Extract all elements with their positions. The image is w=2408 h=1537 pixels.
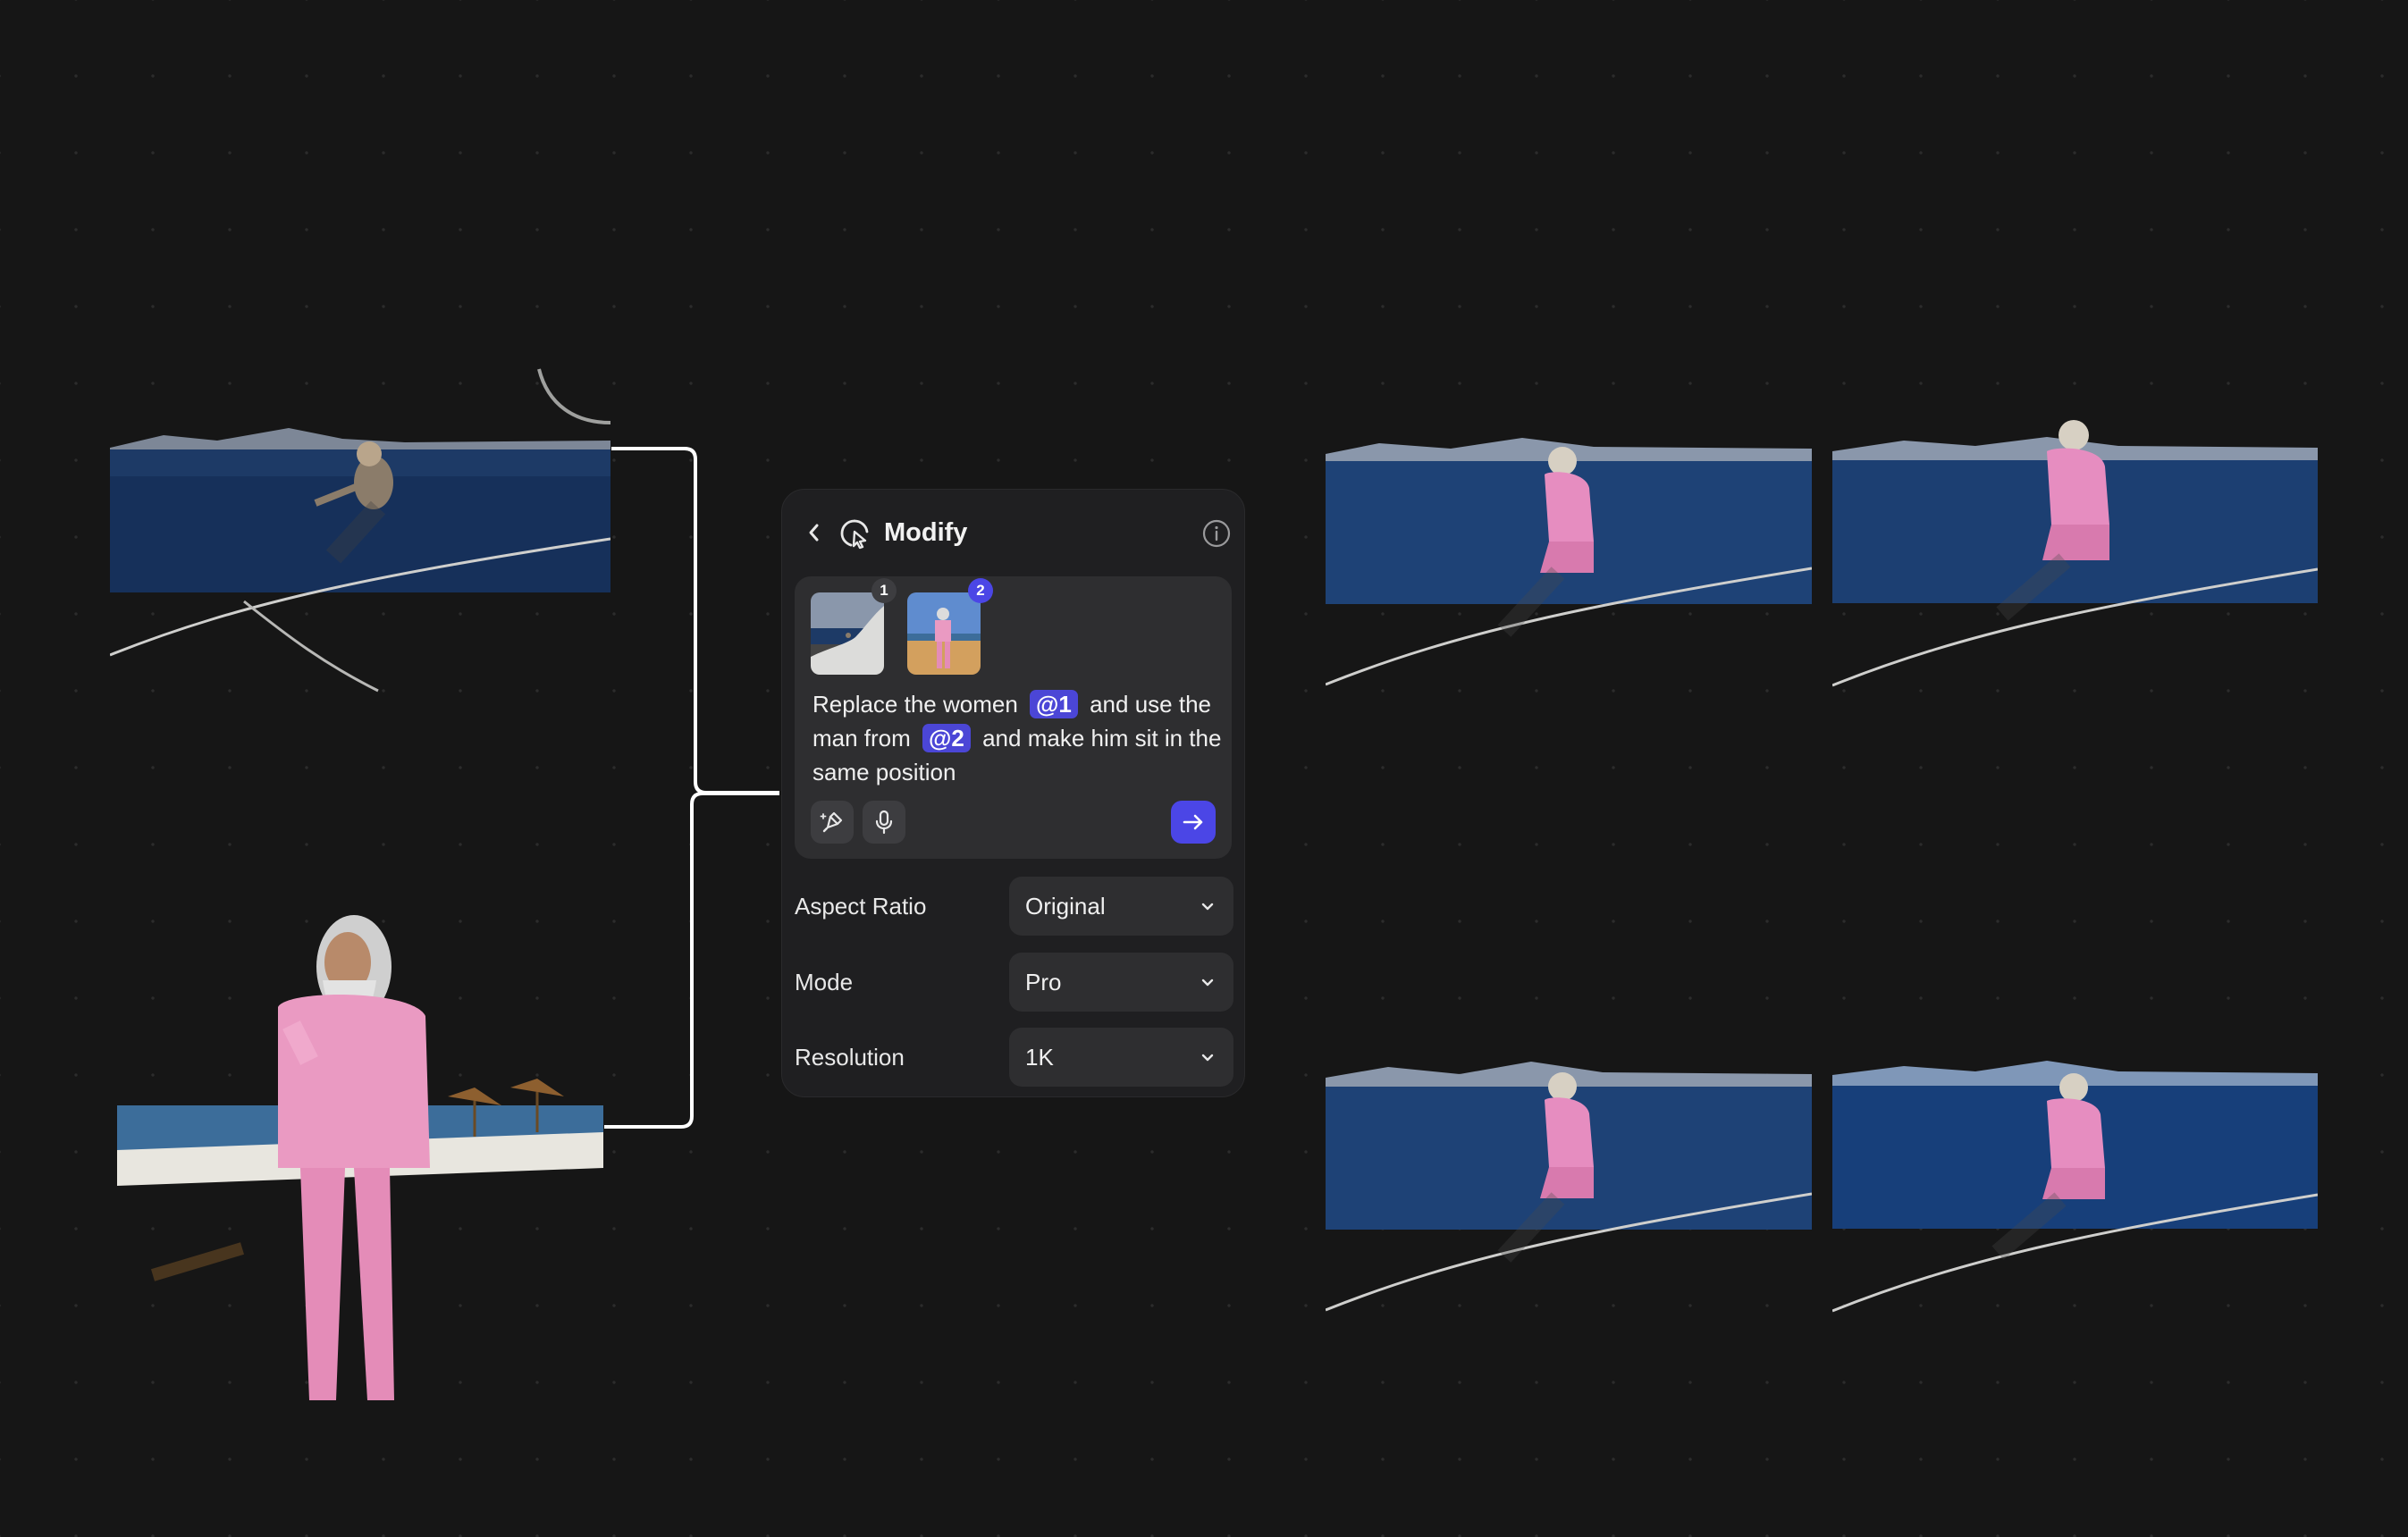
microphone-icon — [875, 810, 893, 835]
magic-pen-icon — [820, 811, 843, 833]
select-value: Original — [1025, 893, 1106, 920]
info-icon[interactable] — [1201, 518, 1232, 549]
prompt-part-1: Replace the women — [812, 691, 1018, 718]
chevron-down-icon — [1201, 1054, 1214, 1062]
mode-select[interactable]: Pro — [1009, 953, 1233, 1012]
setting-label: Aspect Ratio — [795, 893, 927, 920]
arrow-right-icon — [1183, 814, 1203, 830]
prompt-card: 1 2 Replace the women @1 and use the man… — [795, 576, 1232, 859]
setting-label: Mode — [795, 969, 854, 995]
modify-panel: Modify 1 2 Replace the women @1 and use … — [781, 489, 1245, 1097]
microphone-button[interactable] — [863, 801, 905, 844]
enhance-prompt-button[interactable] — [811, 801, 854, 844]
setting-label: Resolution — [795, 1044, 905, 1071]
reference-badge-1: 1 — [871, 578, 897, 603]
setting-aspect-ratio: Aspect Ratio Original — [795, 877, 1233, 936]
reference-thumbnail-2[interactable] — [907, 592, 981, 675]
reference-tag-1[interactable]: @1 — [1030, 690, 1078, 718]
select-value: 1K — [1025, 1044, 1054, 1071]
prompt-text[interactable]: Replace the women @1 and use the man fro… — [812, 687, 1224, 789]
resolution-select[interactable]: 1K — [1009, 1028, 1233, 1087]
reference-thumbnail-1[interactable] — [811, 592, 884, 675]
panel-title: Modify — [884, 518, 968, 547]
send-button[interactable] — [1171, 801, 1216, 844]
setting-mode: Mode Pro — [795, 953, 1233, 1012]
reference-tag-2[interactable]: @2 — [922, 724, 971, 752]
select-value: Pro — [1025, 969, 1062, 995]
panel-header: Modify — [782, 490, 1244, 575]
chevron-down-icon — [1201, 903, 1214, 911]
setting-resolution: Resolution 1K — [795, 1028, 1233, 1087]
reference-badge-2: 2 — [968, 578, 993, 603]
chevron-down-icon — [1201, 978, 1214, 987]
modify-cursor-icon — [838, 517, 871, 550]
chevron-left-icon[interactable] — [800, 517, 827, 549]
aspect-ratio-select[interactable]: Original — [1009, 877, 1233, 936]
